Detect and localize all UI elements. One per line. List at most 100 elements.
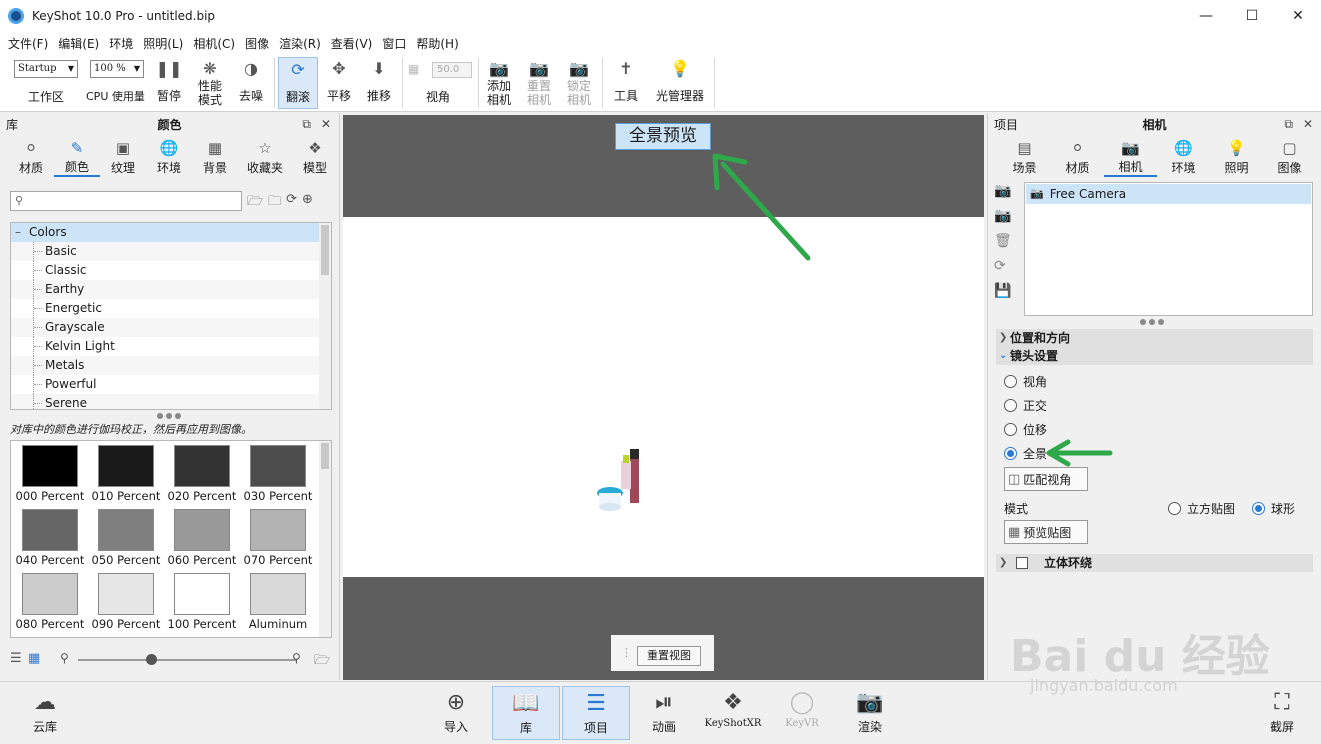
lens-shift-radio[interactable]: 位移 xyxy=(1004,421,1047,438)
menu-render[interactable]: 渲染(R) xyxy=(275,35,327,52)
minimize-button[interactable]: — xyxy=(1183,0,1229,32)
menu-environment[interactable]: 环境 xyxy=(105,35,139,52)
pause-button[interactable]: ❚❚ 暂停 xyxy=(152,57,186,109)
tree-item[interactable]: Basic xyxy=(11,242,331,261)
add-camera-button[interactable]: 📷 添加 相机 xyxy=(482,57,516,109)
keyvr-button[interactable]: ◯ KeyVR xyxy=(780,686,824,740)
duplicate-camera-icon[interactable]: 📷 xyxy=(994,208,1012,224)
preview-map-button[interactable]: ▦ 预览贴图 xyxy=(1004,520,1088,544)
render-button[interactable]: 📷 渲染 xyxy=(848,686,892,740)
lens-panoramic-radio[interactable]: 全景 xyxy=(1004,445,1047,462)
reset-camera-button[interactable]: 📷 重置 相机 xyxy=(522,57,556,109)
tab-environment[interactable]: 🌐 环境 xyxy=(1157,137,1210,177)
menu-window[interactable]: 窗口 xyxy=(378,35,412,52)
crosshair-icon[interactable]: ⊕ xyxy=(302,192,313,214)
section-position-orientation[interactable]: ❯ 位置和方向 xyxy=(996,329,1313,347)
tab-materials[interactable]: ⚪ 材质 xyxy=(8,137,54,177)
remove-folder-icon[interactable]: 🗀 xyxy=(268,192,281,214)
tree-item[interactable]: Classic xyxy=(11,261,331,280)
color-swatch[interactable]: 040 Percent xyxy=(12,509,88,567)
list-view-icon[interactable]: ☰ xyxy=(10,651,22,666)
color-swatch[interactable] xyxy=(164,637,240,638)
delete-icon[interactable]: 🗑 xyxy=(994,233,1012,249)
dolly-button[interactable]: ⬇ 推移 xyxy=(362,57,396,109)
denoise-button[interactable]: ◑ 去噪 xyxy=(234,57,268,109)
refresh-icon[interactable]: ⟳ xyxy=(994,258,1012,274)
tab-lighting[interactable]: 💡 照明 xyxy=(1210,137,1263,177)
save-icon[interactable]: 💾 xyxy=(994,283,1012,299)
tab-environments[interactable]: 🌐 环境 xyxy=(146,137,192,177)
tab-textures[interactable]: ▣ 纹理 xyxy=(100,137,146,177)
close-window-button[interactable]: ✕ xyxy=(1275,0,1321,32)
cpu-usage-select[interactable]: 100 % ▼ xyxy=(90,60,144,78)
slider-handle[interactable] xyxy=(146,654,157,665)
color-swatch[interactable]: 100 Percent xyxy=(164,573,240,631)
color-swatch[interactable]: 010 Percent xyxy=(88,445,164,503)
tree-root[interactable]: – Colors xyxy=(11,223,331,242)
stereo-checkbox[interactable] xyxy=(1016,557,1028,569)
library-toggle-button[interactable]: 📖 库 xyxy=(492,686,560,740)
grid-view-icon[interactable]: ▦ xyxy=(28,651,40,666)
menu-image[interactable]: 图像 xyxy=(241,35,275,52)
fov-input[interactable]: 50.0 xyxy=(432,62,472,78)
tree-item[interactable]: Earthy xyxy=(11,280,331,299)
refresh-icon[interactable]: ⟳ xyxy=(286,192,297,214)
tree-item[interactable]: Grayscale xyxy=(11,318,331,337)
radio-circle[interactable] xyxy=(1004,423,1017,436)
swatch-scrollbar[interactable] xyxy=(319,441,331,637)
tree-item[interactable]: Serene xyxy=(11,394,331,409)
open-folder-icon[interactable]: 🗁 xyxy=(314,651,330,673)
color-swatch[interactable]: Aluminum xyxy=(240,573,316,631)
menu-view[interactable]: 查看(V) xyxy=(327,35,379,52)
splitter-handle[interactable] xyxy=(157,413,181,419)
tree-item[interactable]: Energetic xyxy=(11,299,331,318)
close-panel-icon[interactable]: ✕ xyxy=(1303,117,1313,132)
reset-view-button[interactable]: 重置视图 xyxy=(637,646,701,666)
tab-scene[interactable]: ▤ 场景 xyxy=(998,137,1051,177)
add-folder-icon[interactable]: 🗁 xyxy=(247,192,263,214)
tab-material[interactable]: ⚪ 材质 xyxy=(1051,137,1104,177)
maximize-button[interactable]: ☐ xyxy=(1229,0,1275,32)
color-swatch[interactable] xyxy=(240,637,316,638)
lens-perspective-radio[interactable]: 视角 xyxy=(1004,373,1047,390)
render-viewport[interactable]: 全景预览 ⋮ 重置视图 xyxy=(343,115,984,680)
section-lens-settings[interactable]: ⌄ 镜头设置 xyxy=(996,347,1313,365)
color-swatch[interactable]: 050 Percent xyxy=(88,509,164,567)
radio-circle[interactable] xyxy=(1004,399,1017,412)
thumbnail-size-slider[interactable] xyxy=(78,659,296,661)
tab-camera[interactable]: 📷 相机 xyxy=(1104,137,1157,177)
add-camera-icon[interactable]: 📷 xyxy=(994,183,1012,199)
menu-lighting[interactable]: 照明(L) xyxy=(139,35,189,52)
float-panel-icon[interactable]: ⧉ xyxy=(302,117,311,132)
import-button[interactable]: ⊕ 导入 xyxy=(436,686,476,740)
tab-colors[interactable]: ✎ 颜色 xyxy=(54,137,100,177)
keyshotxr-button[interactable]: ❖ KeyShotXR xyxy=(702,686,764,740)
lens-orthographic-radio[interactable]: 正交 xyxy=(1004,397,1047,414)
lock-camera-button[interactable]: 📷 锁定 相机 xyxy=(562,57,596,109)
menu-help[interactable]: 帮助(H) xyxy=(412,35,464,52)
camera-list-item[interactable]: 📷 Free Camera xyxy=(1026,184,1311,204)
match-view-button[interactable]: ◫ 匹配视角 xyxy=(1004,467,1088,491)
tree-scrollbar[interactable] xyxy=(319,223,331,409)
close-panel-icon[interactable]: ✕ xyxy=(321,117,331,132)
mode-cubemap-radio[interactable]: 立方贴图 xyxy=(1168,500,1235,517)
screenshot-button[interactable]: ⛶ 截屏 xyxy=(1260,686,1304,740)
color-swatch[interactable]: 030 Percent xyxy=(240,445,316,503)
workspace-select[interactable]: Startup ▼ xyxy=(14,60,78,78)
drag-handle-icon[interactable]: ⋮ xyxy=(621,646,632,659)
section-stereo[interactable]: ❯ 立体环绕 xyxy=(996,554,1313,572)
color-swatch[interactable]: 020 Percent xyxy=(164,445,240,503)
cloud-library-button[interactable]: ☁ 云库 xyxy=(22,686,68,740)
color-swatch[interactable]: 090 Percent xyxy=(88,573,164,631)
radio-circle[interactable] xyxy=(1168,502,1181,515)
tree-item[interactable]: Kelvin Light xyxy=(11,337,331,356)
tab-favorites[interactable]: ☆ 收藏夹 xyxy=(238,137,292,177)
color-swatch[interactable]: 000 Percent xyxy=(12,445,88,503)
float-panel-icon[interactable]: ⧉ xyxy=(1284,117,1293,132)
library-search-input[interactable]: ⚲ xyxy=(10,191,242,211)
tools-button[interactable]: ✝ 工具 xyxy=(608,57,644,109)
animation-button[interactable]: ⏯ 动画 xyxy=(642,686,686,740)
tumble-button[interactable]: ⟳ 翻滚 xyxy=(278,57,318,109)
color-swatch[interactable] xyxy=(88,637,164,638)
menu-camera[interactable]: 相机(C) xyxy=(189,35,241,52)
